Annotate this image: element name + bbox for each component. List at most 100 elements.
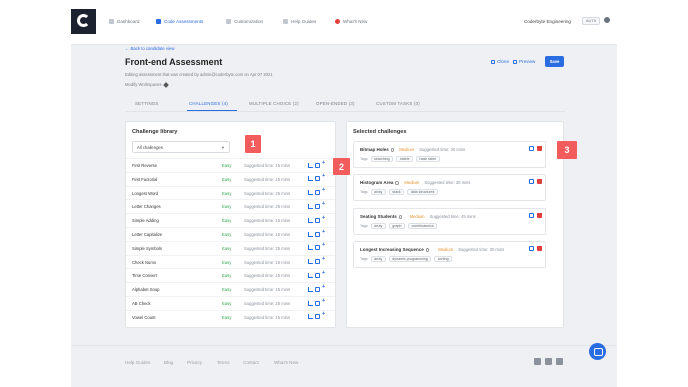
- stats-icon[interactable]: [308, 176, 313, 182]
- challenge-row[interactable]: First Factorial Easy Suggested time: 15 mi…: [126, 171, 335, 185]
- add-icon[interactable]: +: [322, 256, 327, 262]
- open-icon[interactable]: [529, 213, 534, 218]
- nav-help-guides[interactable]: Help Guides: [283, 19, 316, 24]
- challenge-row[interactable]: Check Nums Easy Suggested time: 15 mins +: [126, 254, 335, 268]
- open-icon[interactable]: [529, 146, 534, 151]
- stats-icon[interactable]: [308, 231, 313, 237]
- trash-icon[interactable]: [537, 246, 542, 251]
- challenge-row[interactable]: Simple Symbols Easy Suggested time: 25 min…: [126, 240, 335, 254]
- stats-icon[interactable]: [308, 300, 313, 306]
- stats-icon[interactable]: [308, 286, 313, 292]
- open-icon[interactable]: [315, 286, 320, 292]
- challenge-row[interactable]: Longest Word Easy Suggested time: 25 mins +: [126, 185, 335, 199]
- open-icon[interactable]: [529, 246, 534, 251]
- add-icon[interactable]: +: [322, 298, 327, 304]
- add-icon[interactable]: +: [322, 270, 327, 276]
- add-icon[interactable]: +: [322, 312, 327, 318]
- add-icon[interactable]: +: [322, 187, 327, 193]
- footer-help-guides[interactable]: Help Guides: [125, 360, 150, 365]
- nav-dashboard[interactable]: Dashboard: [109, 19, 139, 24]
- add-icon[interactable]: +: [322, 284, 327, 290]
- open-icon[interactable]: [315, 176, 320, 182]
- org-name[interactable]: Coderbyte Engineering: [524, 19, 571, 24]
- footer-blog[interactable]: Blog: [164, 360, 173, 365]
- open-icon[interactable]: [315, 245, 320, 251]
- selected-challenge-card[interactable]: Longest Increasing Sequence Medium Suggest…: [353, 241, 546, 268]
- stats-icon[interactable]: [308, 162, 313, 168]
- challenge-row[interactable]: First Reverse Easy Suggested time: 15 mins…: [126, 158, 335, 171]
- open-icon[interactable]: [315, 190, 320, 196]
- trash-icon[interactable]: [537, 213, 542, 218]
- challenge-row[interactable]: Letter Capitalize Easy Suggested time: 15 …: [126, 227, 335, 240]
- tab-settings[interactable]: SETTINGS: [135, 101, 159, 106]
- footer-whats-new[interactable]: What's New: [274, 360, 298, 365]
- challenge-name: Longest Word: [132, 190, 158, 196]
- chat-support-button[interactable]: [589, 343, 606, 360]
- open-icon[interactable]: [315, 272, 320, 278]
- add-icon[interactable]: +: [322, 160, 327, 166]
- open-icon[interactable]: [315, 203, 320, 209]
- nav-code-assessments[interactable]: Code Assessments: [156, 19, 203, 24]
- add-icon[interactable]: +: [322, 243, 327, 249]
- challenge-row[interactable]: Simple Adding Easy Suggested time: 15 mins…: [126, 213, 335, 226]
- challenge-row[interactable]: Time Convert Easy Suggested time: 15 mins +: [126, 268, 335, 281]
- nav-customization[interactable]: Customization: [226, 19, 263, 24]
- tag-chip: dynamic programming: [388, 256, 432, 262]
- open-icon[interactable]: [315, 162, 320, 168]
- linkedin-icon[interactable]: [556, 358, 563, 365]
- selected-challenge-card[interactable]: Seating Students Medium Suggested time: 45…: [353, 208, 546, 235]
- open-icon[interactable]: [315, 231, 320, 237]
- add-icon[interactable]: +: [322, 174, 327, 180]
- tab-challenges[interactable]: CHALLENGES (4): [189, 101, 228, 106]
- tab-multiple-choice[interactable]: MULTIPLE CHOICE (2): [249, 101, 299, 106]
- stats-icon[interactable]: [308, 314, 313, 320]
- stats-icon[interactable]: [308, 259, 313, 265]
- challenge-filter-select[interactable]: All challenges ▼: [132, 141, 230, 153]
- open-icon[interactable]: [315, 300, 320, 306]
- info-icon[interactable]: [425, 248, 430, 252]
- challenge-name: First Factorial: [132, 176, 158, 182]
- tab-open-ended[interactable]: OPEN-ENDED (3): [316, 101, 355, 106]
- stats-icon[interactable]: [308, 217, 313, 223]
- challenge-row[interactable]: Vowel Count Easy Suggested time: 15 mins +: [126, 309, 335, 323]
- add-icon[interactable]: +: [322, 215, 327, 221]
- info-icon[interactable]: [390, 148, 395, 152]
- stats-icon[interactable]: [308, 190, 313, 196]
- challenge-time: Suggested time: 25 mins: [244, 301, 291, 306]
- gear-icon[interactable]: [604, 17, 610, 23]
- back-link[interactable]: ← Back to candidate view: [125, 46, 174, 51]
- challenge-row[interactable]: Alphabet Soup Easy Suggested time: 15 mins…: [126, 282, 335, 295]
- selected-challenge-card[interactable]: Histogram Area Medium Suggested time: 30 m…: [353, 174, 546, 201]
- open-icon[interactable]: [315, 259, 320, 265]
- trash-icon[interactable]: [537, 179, 542, 184]
- preview-button[interactable]: Preview: [513, 59, 535, 64]
- footer-privacy[interactable]: Privacy: [187, 360, 202, 365]
- top-nav: Dashboard Code Assessments Customization…: [71, 0, 617, 45]
- info-icon[interactable]: [395, 181, 399, 185]
- stats-icon[interactable]: [308, 272, 313, 278]
- nav-whats-new[interactable]: What's New: [335, 19, 367, 24]
- open-icon[interactable]: [315, 217, 320, 223]
- info-icon[interactable]: [398, 215, 403, 219]
- stats-icon[interactable]: [308, 203, 313, 209]
- modify-workspaces[interactable]: Modify Workspaces: [125, 81, 170, 88]
- clone-button[interactable]: Clone: [491, 59, 509, 64]
- open-icon[interactable]: [315, 314, 320, 320]
- challenge-row[interactable]: Letter Changes Easy Suggested time: 25 min…: [126, 199, 335, 212]
- twitter-icon[interactable]: [545, 358, 552, 365]
- facebook-icon[interactable]: [534, 358, 541, 365]
- trash-icon[interactable]: [537, 146, 542, 151]
- footer-terms[interactable]: Terms: [217, 360, 230, 365]
- footer-contact[interactable]: Contact: [243, 360, 259, 365]
- stats-icon[interactable]: [308, 245, 313, 251]
- add-icon[interactable]: +: [322, 201, 327, 207]
- selected-challenge-card[interactable]: Bitmap Holes Medium Suggested time: 30 min…: [353, 141, 546, 168]
- tab-custom-tasks[interactable]: CUSTOM TASKS (0): [376, 101, 420, 106]
- open-icon[interactable]: [529, 179, 534, 184]
- challenge-row[interactable]: AB Check Easy Suggested time: 25 mins +: [126, 296, 335, 309]
- add-icon[interactable]: +: [322, 229, 327, 235]
- challenge-time: Suggested time: 15 mins: [244, 218, 291, 224]
- save-button[interactable]: Save: [545, 56, 564, 67]
- help-icon: [283, 19, 288, 24]
- coderbyte-logo[interactable]: [71, 9, 96, 34]
